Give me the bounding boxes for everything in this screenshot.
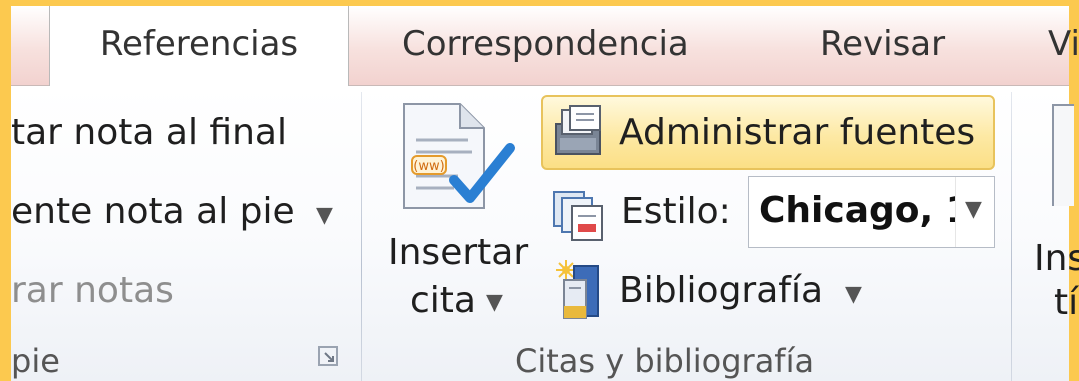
next-footnote-button[interactable]: ente nota al pie xyxy=(11,191,295,232)
chevron-down-icon: ▼ xyxy=(965,197,982,222)
tab-vista[interactable]: Vi xyxy=(1048,6,1079,85)
manage-sources-icon xyxy=(555,105,601,155)
group-separator xyxy=(361,92,362,381)
footnotes-group-label: pie xyxy=(11,342,60,380)
svg-text:(ww): (ww) xyxy=(413,159,444,174)
next-footnote-dropdown-arrow[interactable]: ▼ xyxy=(316,203,333,228)
insert-caption-label-2[interactable]: tí xyxy=(1054,282,1078,323)
group-separator-2 xyxy=(1011,92,1012,381)
bibliography-button[interactable]: Bibliografía xyxy=(619,270,823,311)
insert-citation-label-2[interactable]: cita xyxy=(410,280,476,321)
manage-sources-label: Administrar fuentes xyxy=(619,112,976,153)
insert-endnote-button[interactable]: tar nota al final xyxy=(11,112,287,153)
highlight-frame-left xyxy=(0,0,11,381)
show-notes-button: rar notas xyxy=(11,270,174,311)
style-label: Estilo: xyxy=(621,191,731,232)
bibliography-dropdown-arrow[interactable]: ▼ xyxy=(845,282,862,307)
style-icon xyxy=(553,191,603,241)
insert-citation-icon[interactable]: (ww) xyxy=(398,100,516,218)
ribbon-tab-bar: Referencias Correspondencia Revisar Vi xyxy=(11,6,1079,86)
style-select-dropdown-button[interactable]: ▼ xyxy=(955,177,994,247)
tab-revisar[interactable]: Revisar xyxy=(820,6,945,85)
insert-citation-label-1[interactable]: Insertar xyxy=(388,232,528,273)
tab-referencias[interactable]: Referencias xyxy=(49,6,349,86)
style-select-value: Chicago, 1 xyxy=(759,190,971,231)
tab-correspondencia[interactable]: Correspondencia xyxy=(402,6,689,85)
insert-caption-icon[interactable] xyxy=(1052,104,1074,206)
dialog-launcher-icon[interactable] xyxy=(318,346,338,366)
citations-group-label: Citas y bibliografía xyxy=(515,342,815,380)
bibliography-icon xyxy=(556,260,599,319)
insert-caption-label-1[interactable]: Ins xyxy=(1034,238,1079,279)
style-select[interactable]: Chicago, 1 ▼ xyxy=(748,176,995,248)
insert-citation-dropdown-arrow[interactable]: ▼ xyxy=(486,290,503,315)
